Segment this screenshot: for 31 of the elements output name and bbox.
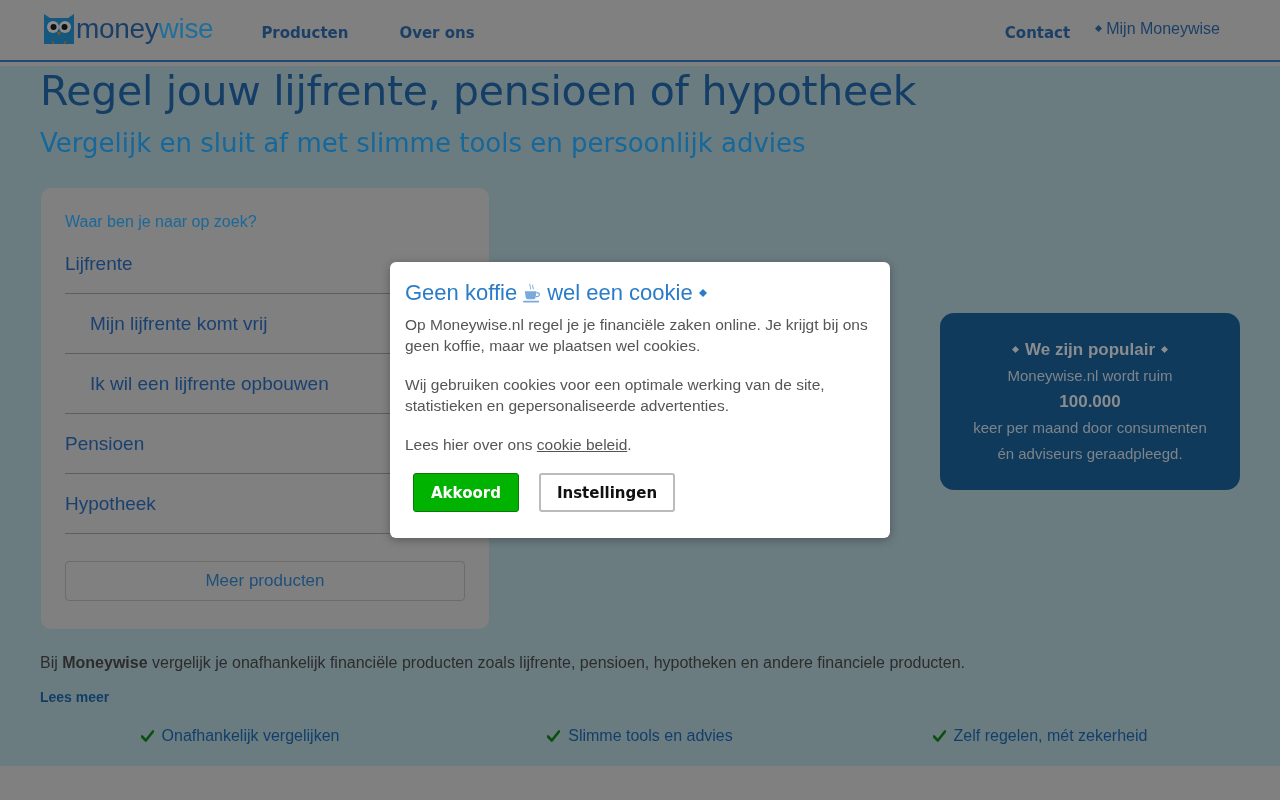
logo-link[interactable]: moneywise	[44, 12, 214, 45]
nav-link[interactable]: Over ons	[399, 17, 475, 43]
account-link[interactable]: Mijn Moneywise	[1095, 18, 1220, 39]
diamond-icon	[1095, 25, 1103, 32]
usp-text: Zelf regelen, mét zekerheid	[953, 726, 1148, 746]
coffee-cup-icon	[523, 283, 542, 303]
nav-link[interactable]: Contact	[1004, 17, 1071, 43]
finder-question: Waar ben je naar op zoek?	[65, 212, 257, 232]
settings-button[interactable]: Instellingen	[538, 473, 676, 512]
check-icon	[547, 730, 561, 742]
popularity-title: We zijn populair	[1025, 338, 1155, 361]
read-more-link[interactable]: Lees meer	[40, 688, 110, 706]
usp-text: Onafhankelijk vergelijken	[161, 726, 340, 746]
accept-button[interactable]: Akkoord	[413, 473, 519, 512]
diamond-icon	[1161, 346, 1168, 353]
nav-link[interactable]: Producten	[261, 17, 349, 43]
check-icon	[932, 730, 946, 742]
popularity-text: keer per maand door consumenten	[973, 417, 1207, 438]
visitor-count: 100.000	[1059, 390, 1121, 413]
intro-text: Bij Moneywise vergelijk je onafhankelijk financiële producten zoals lijfrente, pensioen, hypotheken en andere financiele producten.	[40, 653, 966, 673]
diamond-icon	[1012, 346, 1019, 353]
popularity-text: Moneywise.nl wordt ruim	[1007, 365, 1173, 386]
popularity-text: én adviseurs geraadpleegd.	[997, 443, 1183, 464]
more-products-button[interactable]: Meer producten	[65, 561, 465, 601]
page-title: Regel jouw lijfrente, pensioen of hypotheek	[40, 66, 918, 116]
dialog-title: wel een cookie	[547, 279, 693, 307]
check-icon	[140, 730, 154, 742]
usp-text: Slimme tools en advies	[568, 726, 733, 746]
owl-logo-icon	[44, 13, 74, 44]
diamond-icon	[698, 289, 707, 297]
page-subtitle: Vergelijk en sluit af met slimme tools en persoonlijk advies	[40, 127, 807, 160]
